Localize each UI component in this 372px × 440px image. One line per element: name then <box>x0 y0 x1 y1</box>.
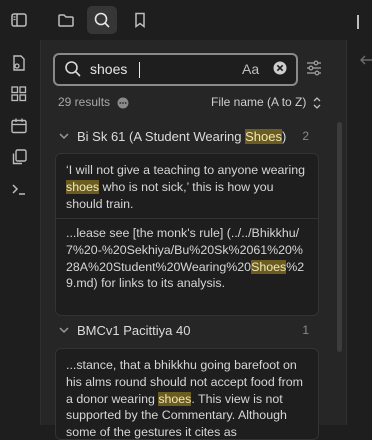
sort-dropdown[interactable]: File name (A to Z) <box>211 95 306 109</box>
top-bar <box>0 0 372 40</box>
match-highlight: Shoes <box>251 259 287 274</box>
tab-edge-icon <box>357 15 359 29</box>
grid-icon[interactable] <box>9 84 29 104</box>
match-case-toggle[interactable]: Aa <box>242 61 259 77</box>
search-match[interactable]: ...stance, that a bhikkhu going barefoot… <box>56 357 318 439</box>
chevron-down-icon[interactable] <box>58 324 70 336</box>
sort-chevron-icon[interactable] <box>313 96 321 110</box>
copy-icon[interactable] <box>9 147 29 167</box>
editor-pane <box>346 40 372 425</box>
terminal-icon[interactable] <box>9 179 29 199</box>
search-settings-icon[interactable] <box>305 59 323 77</box>
search-box[interactable]: Aa <box>53 53 298 86</box>
back-arrow-icon[interactable] <box>359 53 372 67</box>
result-group-header[interactable]: Bi Sk 61 (A Student Wearing Shoes) 2 <box>41 124 346 150</box>
text-caret <box>139 62 140 78</box>
sidebar-toggle-icon[interactable] <box>9 10 29 30</box>
more-options-icon[interactable] <box>117 97 129 109</box>
clear-search-icon[interactable] <box>273 61 287 75</box>
folder-icon[interactable] <box>56 10 76 30</box>
file-link-icon[interactable] <box>9 53 29 73</box>
search-icon <box>65 61 81 77</box>
result-file-title[interactable]: Bi Sk 61 (A Student Wearing Shoes) <box>77 129 286 144</box>
match-count: 1 <box>302 323 309 337</box>
title-highlight: Shoes <box>245 129 283 144</box>
match-divider <box>56 218 318 219</box>
search-input[interactable] <box>90 60 230 78</box>
match-highlight: shoes <box>158 391 192 406</box>
search-match[interactable]: ‘I will not give a teaching to anyone we… <box>56 162 318 212</box>
results-scrollbar[interactable] <box>337 122 342 352</box>
results-count: 29 results <box>58 95 111 109</box>
search-panel: Aa 29 results File name (A to Z) Bi Sk 6… <box>41 40 346 440</box>
result-file-title[interactable]: BMCv1 Pacittiya 40 <box>77 323 190 338</box>
bookmark-icon[interactable] <box>130 10 150 30</box>
search-match[interactable]: ...lease see [the monk's rule] (../../Bh… <box>56 225 318 292</box>
search-tab-icon[interactable] <box>87 6 117 34</box>
left-ribbon <box>0 40 41 425</box>
match-highlight: shoes <box>66 179 100 194</box>
result-group-header[interactable]: BMCv1 Pacittiya 40 1 <box>41 318 346 344</box>
calendar-icon[interactable] <box>9 116 29 136</box>
right-tab-strip <box>340 0 372 40</box>
chevron-down-icon[interactable] <box>58 130 70 142</box>
result-card: ...stance, that a bhikkhu going barefoot… <box>55 348 319 440</box>
match-count: 2 <box>302 129 309 143</box>
result-card: ‘I will not give a teaching to anyone we… <box>55 153 319 316</box>
